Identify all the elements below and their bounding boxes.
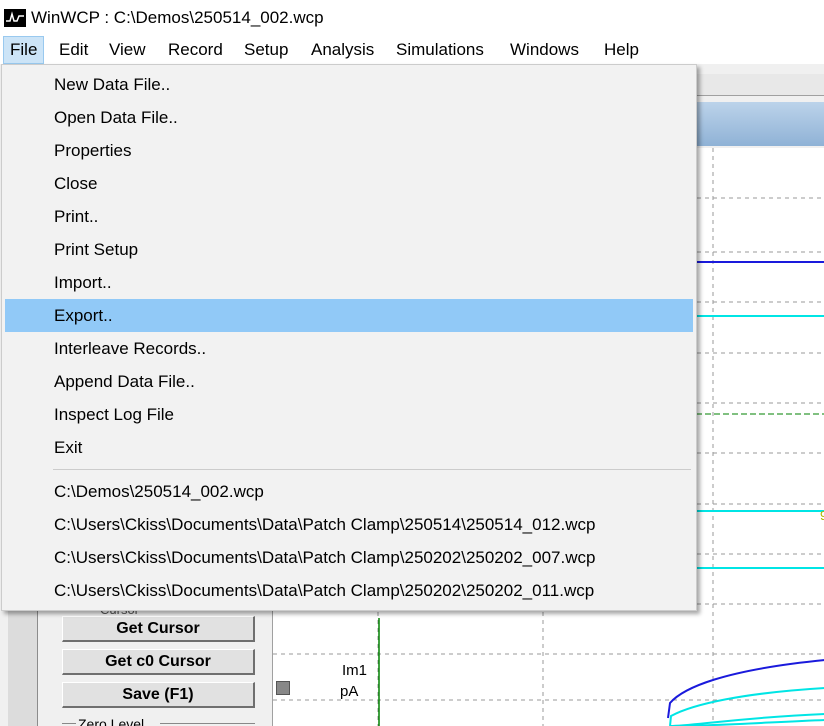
menu-record[interactable]: Record bbox=[161, 36, 230, 64]
menu-setup[interactable]: Setup bbox=[237, 36, 295, 64]
channel-name: Im1 bbox=[342, 662, 368, 679]
app-logo-icon bbox=[4, 9, 26, 27]
menu-item-append-data-file[interactable]: Append Data File.. bbox=[5, 365, 693, 398]
menu-analysis[interactable]: Analysis bbox=[304, 36, 381, 64]
menu-item-inspect-log-file[interactable]: Inspect Log File bbox=[5, 398, 693, 431]
menu-item-import[interactable]: Import.. bbox=[5, 266, 693, 299]
menu-item-properties[interactable]: Properties bbox=[5, 134, 693, 167]
channel-checkbox[interactable] bbox=[276, 681, 290, 695]
menu-item-print[interactable]: Print.. bbox=[5, 200, 693, 233]
menu-item-exit[interactable]: Exit bbox=[5, 431, 693, 464]
menu-file[interactable]: File bbox=[3, 36, 45, 64]
menu-simulations[interactable]: Simulations bbox=[389, 36, 491, 64]
group-border bbox=[62, 723, 76, 724]
menu-item-print-setup[interactable]: Print Setup bbox=[5, 233, 693, 266]
menu-item-new-data-file[interactable]: New Data File.. bbox=[5, 68, 693, 101]
get-cursor-button[interactable]: Get Cursor bbox=[62, 616, 255, 642]
cursor-marker-label: 9 bbox=[820, 508, 824, 523]
menu-item-export[interactable]: Export.. bbox=[5, 299, 693, 332]
menu-edit[interactable]: Edit bbox=[52, 36, 95, 64]
group-border bbox=[160, 723, 255, 724]
save-button[interactable]: Save (F1) bbox=[62, 682, 255, 708]
channel-units: pA bbox=[340, 683, 359, 700]
menu-item-recent-file[interactable]: C:\Users\Ckiss\Documents\Data\Patch Clam… bbox=[5, 574, 693, 607]
menu-item-open-data-file[interactable]: Open Data File.. bbox=[5, 101, 693, 134]
menu-windows[interactable]: Windows bbox=[503, 36, 586, 64]
menu-item-recent-file[interactable]: C:\Users\Ckiss\Documents\Data\Patch Clam… bbox=[5, 541, 693, 574]
menu-item-recent-file[interactable]: C:\Demos\250514_002.wcp bbox=[5, 475, 693, 508]
menu-item-close[interactable]: Close bbox=[5, 167, 693, 200]
menu-bar: File Edit View Record Setup Analysis Sim… bbox=[0, 36, 824, 64]
menu-separator bbox=[53, 469, 691, 470]
file-menu-dropdown: New Data File.. Open Data File.. Propert… bbox=[1, 64, 697, 611]
menu-item-interleave-records[interactable]: Interleave Records.. bbox=[5, 332, 693, 365]
zero-level-group-label: Zero Level bbox=[78, 716, 145, 726]
window-title: WinWCP : C:\Demos\250514_002.wcp bbox=[31, 8, 324, 27]
menu-view[interactable]: View bbox=[102, 36, 153, 64]
menu-item-recent-file[interactable]: C:\Users\Ckiss\Documents\Data\Patch Clam… bbox=[5, 508, 693, 541]
title-bar: WinWCP : C:\Demos\250514_002.wcp bbox=[0, 0, 824, 36]
menu-help[interactable]: Help bbox=[597, 36, 646, 64]
get-c0-cursor-button[interactable]: Get c0 Cursor bbox=[62, 649, 255, 675]
